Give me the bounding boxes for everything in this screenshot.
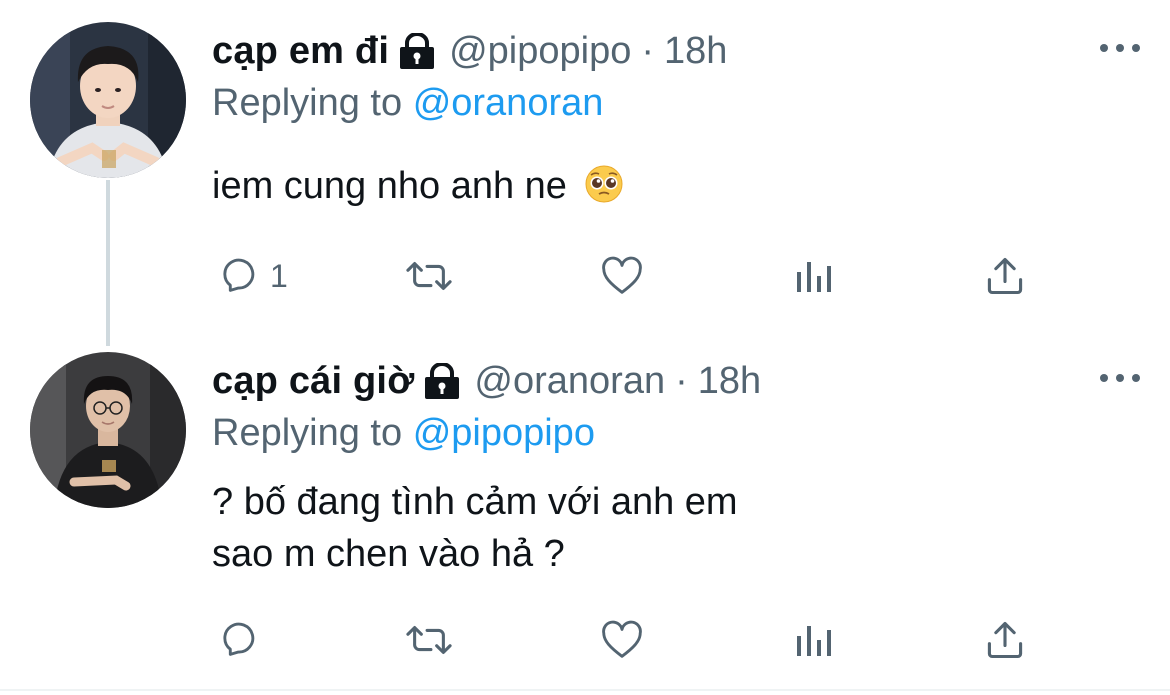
replying-mention-link[interactable]: @oranoran [413, 82, 604, 124]
share-icon [987, 257, 1023, 295]
tweet-1[interactable]: cạp em đi @pipopipo · 18h Replying to @o… [0, 0, 1170, 346]
heart-icon [602, 620, 642, 658]
more-options-icon[interactable] [1100, 368, 1140, 388]
more-options-icon[interactable] [1100, 38, 1140, 58]
reply-icon [223, 258, 255, 292]
lock-icon [397, 33, 437, 69]
avatar[interactable] [30, 22, 186, 178]
lock-icon [422, 363, 462, 399]
display-name[interactable]: cạp cái giờ [212, 362, 414, 400]
separator-dot: · [675, 360, 688, 402]
retweet-button[interactable] [400, 246, 458, 306]
pleading-face-icon [584, 164, 624, 218]
action-bar [0, 610, 1170, 670]
replying-prefix: Replying to [212, 412, 403, 454]
tweet-2[interactable]: cạp cái giờ @oranoran · 18h Replying to … [0, 340, 1170, 690]
like-button[interactable] [598, 246, 646, 306]
tweet-text-line: iem cung nho anh ne [212, 165, 567, 207]
reply-button[interactable] [214, 610, 270, 670]
retweet-icon [406, 262, 452, 290]
tweet-text: iem cung nho anh ne [212, 160, 624, 218]
share-button[interactable] [983, 246, 1027, 306]
display-name[interactable]: cạp em đi [212, 32, 389, 70]
replying-to: Replying to @pipopipo [212, 412, 595, 455]
tweet-text-line: ? bố đang tình cảm với anh em [212, 481, 738, 523]
username-handle[interactable]: @oranoran [474, 362, 665, 400]
divider [0, 689, 1170, 691]
share-button[interactable] [983, 610, 1027, 670]
tweet-header: cạp em đi @pipopipo · 18h [212, 32, 727, 70]
timestamp[interactable]: 18h [698, 362, 761, 400]
tweet-header: cạp cái giờ @oranoran · 18h [212, 362, 761, 400]
tweet-text: ? bố đang tình cảm với anh em sao m chen… [212, 476, 738, 580]
tweet-text-line: sao m chen vào hả ? [212, 533, 565, 575]
username-handle[interactable]: @pipopipo [449, 32, 631, 70]
analytics-button[interactable] [794, 246, 834, 306]
like-button[interactable] [598, 610, 646, 670]
heart-icon [602, 256, 642, 294]
replying-mention-link[interactable]: @pipopipo [413, 412, 595, 454]
replying-prefix: Replying to [212, 82, 403, 124]
analytics-icon [797, 262, 831, 292]
reply-icon [223, 622, 255, 656]
avatar[interactable] [30, 352, 186, 508]
reply-button[interactable]: 1 [214, 246, 288, 306]
retweet-button[interactable] [400, 610, 458, 670]
separator-dot: · [641, 30, 655, 72]
analytics-button[interactable] [794, 610, 834, 670]
replying-to: Replying to @oranoran [212, 82, 603, 125]
analytics-icon [797, 626, 831, 656]
reply-count: 1 [270, 257, 288, 294]
action-bar: 1 [0, 246, 1170, 306]
retweet-icon [406, 626, 452, 654]
share-icon [987, 621, 1023, 659]
timestamp[interactable]: 18h [664, 32, 727, 70]
